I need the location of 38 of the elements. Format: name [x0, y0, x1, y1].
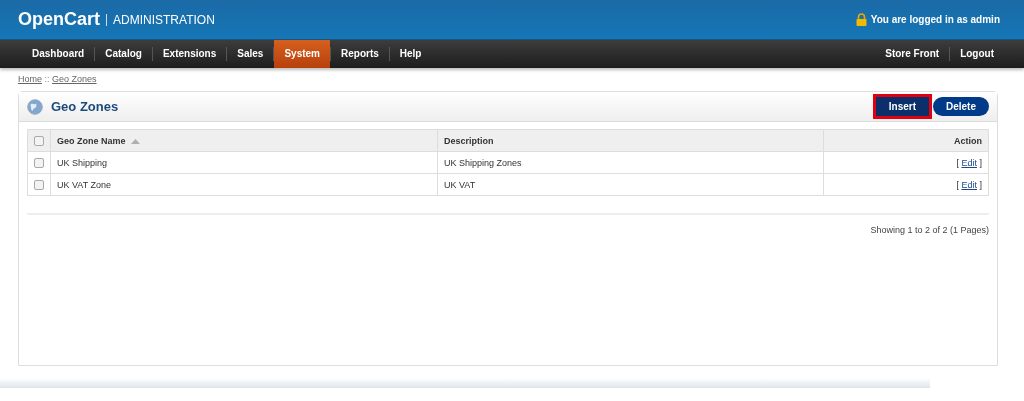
header-subtitle: ADMINISTRATION — [113, 12, 215, 27]
action-button[interactable]: Delete — [933, 97, 989, 116]
table-cell: UK Shipping — [50, 151, 438, 174]
table-cell: UK VAT — [437, 173, 824, 196]
column-header: Description — [437, 129, 824, 152]
panel-title: Geo Zones — [51, 99, 119, 114]
lock-icon — [855, 13, 867, 26]
menu-item[interactable]: Logout — [950, 40, 1004, 68]
bracket: [ — [956, 157, 959, 168]
table-cell: UK VAT Zone — [50, 173, 438, 196]
column-header[interactable]: Geo Zone Name — [57, 135, 126, 146]
edit-link[interactable]: Edit — [961, 179, 977, 190]
action-button[interactable]: Insert — [875, 97, 929, 116]
bracket: [ — [956, 179, 959, 190]
menu-item[interactable]: Store Front — [875, 40, 950, 68]
logo: OpenCart — [18, 9, 100, 30]
menu-item[interactable]: Dashboard — [22, 40, 95, 68]
pagination-text: Showing 1 to 2 of 2 (1 Pages) — [870, 225, 989, 235]
edit-link[interactable]: Edit — [961, 157, 977, 168]
sort-ascending-icon — [130, 138, 140, 144]
row-checkbox[interactable] — [34, 157, 44, 168]
menu-item[interactable]: Help — [389, 40, 432, 68]
menu-item[interactable]: Sales — [227, 40, 274, 68]
breadcrumb-separator: :: — [43, 74, 51, 84]
menu-item[interactable]: Catalog — [95, 40, 152, 68]
bracket: ] — [979, 157, 982, 168]
bracket: ] — [979, 179, 982, 190]
column-header: Action — [823, 129, 989, 152]
menu-item[interactable]: Extensions — [152, 40, 227, 68]
row-checkbox[interactable] — [34, 179, 44, 190]
table-cell: UK Shipping Zones — [437, 151, 824, 174]
menu-item[interactable]: System — [274, 40, 330, 68]
breadcrumb-link[interactable]: Home — [18, 74, 42, 84]
login-status: You are logged in as admin — [870, 14, 1000, 25]
select-all-checkbox[interactable] — [34, 135, 44, 146]
breadcrumb-link[interactable]: Geo Zones — [52, 74, 97, 84]
menu-item[interactable]: Reports — [331, 40, 389, 68]
globe-icon — [27, 98, 43, 115]
